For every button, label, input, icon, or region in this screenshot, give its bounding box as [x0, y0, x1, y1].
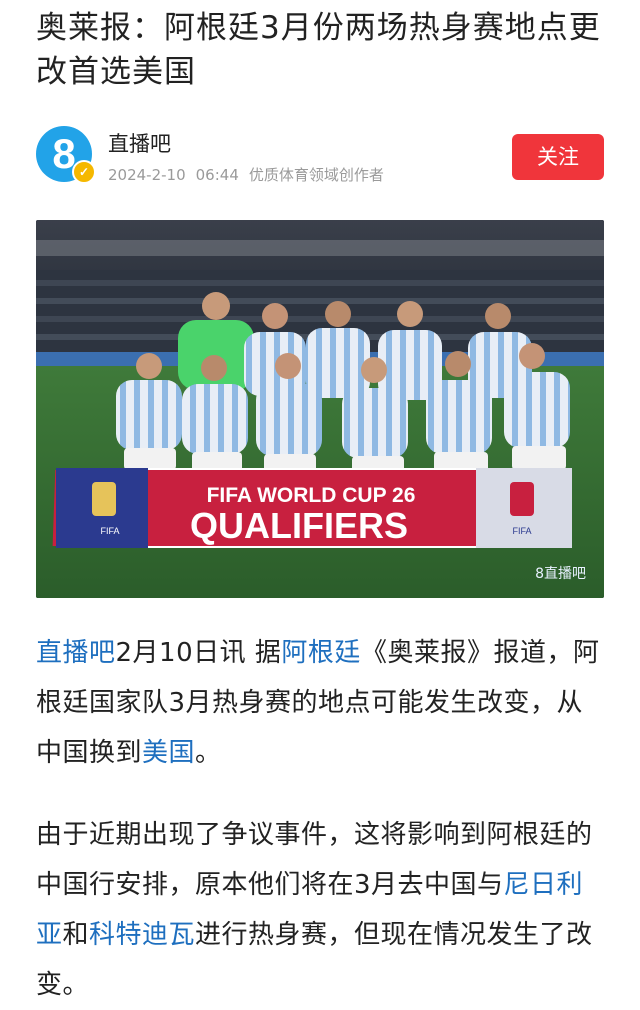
link-cote-divoire[interactable]: 科特迪瓦 [89, 920, 195, 950]
author-avatar[interactable]: 8 ✓ [36, 126, 96, 184]
banner-fifa-left: FIFA [100, 526, 119, 536]
team-photo-illustration: FIFA FIFA FIFA WORLD CUP 26 QUALIFIERS 8… [36, 220, 604, 598]
follow-button[interactable]: 关注 [512, 134, 604, 180]
publish-date: 2024-2-10 [108, 166, 186, 184]
publish-time: 06:44 [195, 166, 239, 184]
link-usa[interactable]: 美国 [142, 738, 195, 768]
link-zhibo8[interactable]: 直播吧 [36, 638, 116, 668]
photo-watermark: 8直播吧 [535, 565, 586, 582]
article-paragraph-1: 直播吧2月10日讯 据阿根廷《奥莱报》报道，阿根廷国家队3月热身赛的地点可能发生… [36, 628, 608, 778]
author-meta: 2024-2-10 06:44 优质体育领域创作者 [108, 164, 394, 185]
article-paragraph-2: 由于近期出现了争议事件，这将影响到阿根廷的中国行安排，原本他们将在3月去中国与尼… [36, 810, 608, 1010]
author-name[interactable]: 直播吧 [108, 128, 171, 158]
verified-icon: ✓ [72, 160, 96, 184]
paragraph-text: 和 [62, 920, 90, 950]
author-tag: 优质体育领域创作者 [248, 166, 384, 184]
link-argentina[interactable]: 阿根廷 [281, 638, 361, 668]
paragraph-text: 。 [195, 738, 222, 768]
banner-line1: FIFA WORLD CUP 26 [207, 484, 416, 507]
paragraph-text: 2月10日讯 据 [115, 638, 282, 668]
article-photo: FIFA FIFA FIFA WORLD CUP 26 QUALIFIERS 8… [36, 220, 604, 598]
author-bar: 8 ✓ 直播吧 2024-2-10 06:44 优质体育领域创作者 关注 [36, 126, 604, 186]
article-title: 奥莱报：阿根廷3月份两场热身赛地点更改首选美国 [36, 10, 601, 90]
banner-fifa-right: FIFA [512, 526, 531, 536]
banner-line2: QUALIFIERS [190, 505, 408, 546]
